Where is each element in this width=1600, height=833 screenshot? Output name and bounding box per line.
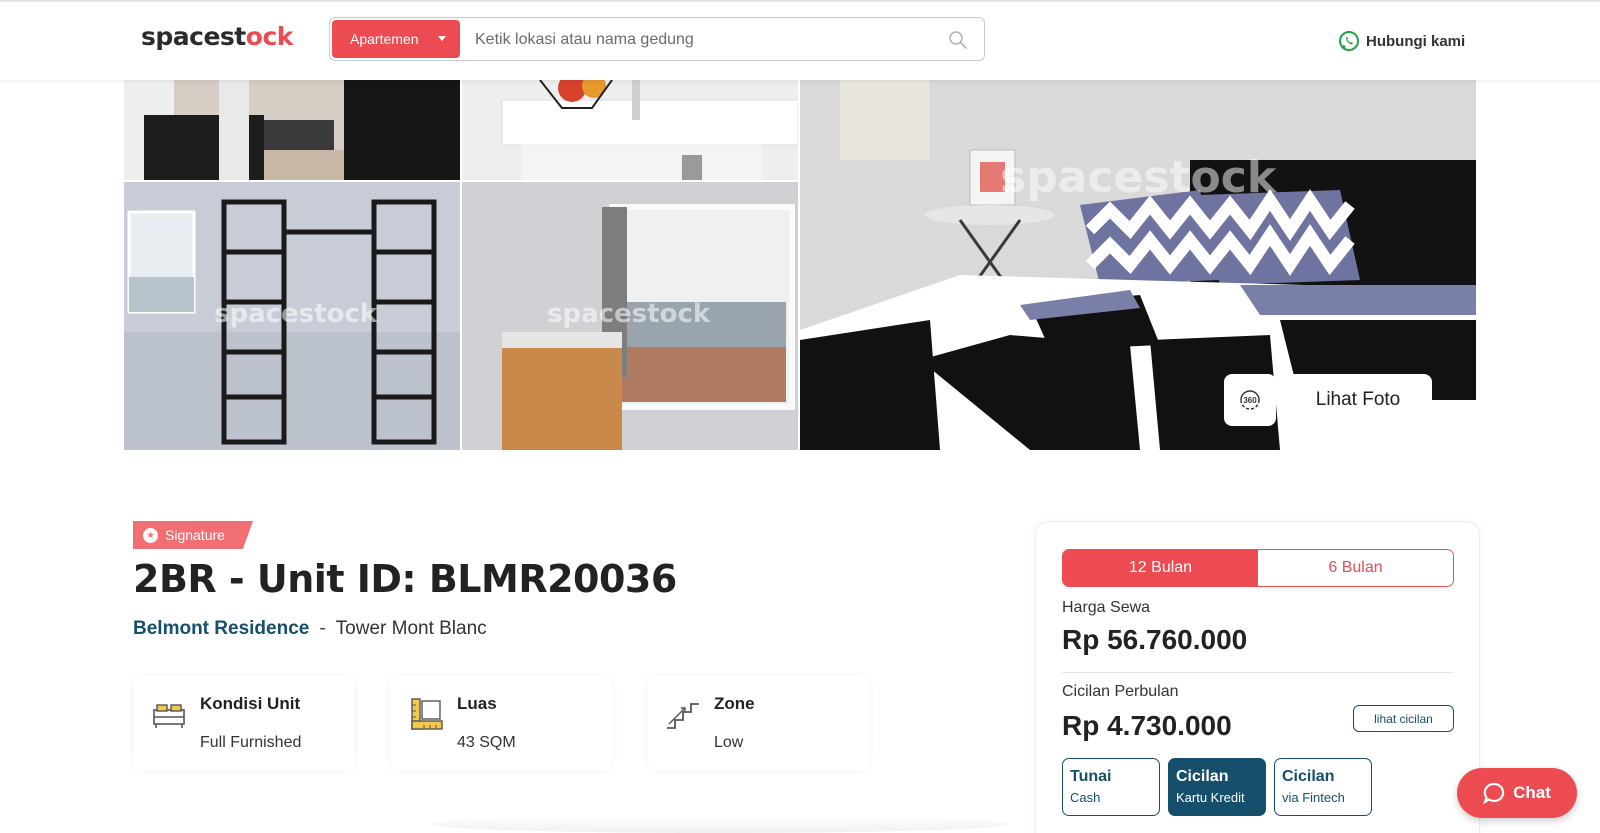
payment-title: Cicilan bbox=[1282, 768, 1335, 785]
bed-icon bbox=[153, 704, 185, 728]
contact-us-button[interactable]: Hubungi kami bbox=[1338, 30, 1465, 52]
gallery-photo-wardrobe-room[interactable]: spacestock bbox=[124, 182, 460, 450]
payment-option-credit-card[interactable]: Cicilan Kartu Kredit bbox=[1168, 758, 1266, 816]
chat-bubble-icon bbox=[1483, 782, 1505, 804]
payment-sub: Cash bbox=[1070, 790, 1101, 805]
price-card: 12 Bulan 6 Bulan Harga Sewa Rp 56.760.00… bbox=[1035, 521, 1480, 833]
view-photos-label: Lihat Foto bbox=[1315, 389, 1401, 410]
installment-label: Cicilan Perbulan bbox=[1062, 683, 1179, 700]
rent-price: Rp 56.760.000 bbox=[1062, 624, 1248, 655]
property-type-dropdown[interactable]: Apartemen bbox=[332, 20, 460, 58]
unit-title: 2BR - Unit ID: BLMR20036 bbox=[133, 557, 677, 601]
caret-down-icon bbox=[438, 36, 446, 41]
spec-title: Kondisi Unit bbox=[200, 694, 301, 713]
top-nav: spacestock Apartemen Hubungi kami bbox=[0, 0, 1600, 80]
spec-card-zone: Zone Low bbox=[647, 676, 869, 770]
payment-option-cash[interactable]: Tunai Cash bbox=[1062, 758, 1160, 816]
spec-title: Luas bbox=[457, 694, 497, 713]
star-icon: ★ bbox=[143, 528, 158, 543]
search-icon[interactable] bbox=[948, 30, 968, 50]
logo-main-text: spacest bbox=[141, 22, 246, 51]
rent-label: Harga Sewa bbox=[1062, 599, 1151, 616]
payment-option-fintech[interactable]: Cicilan via Fintech bbox=[1274, 758, 1372, 816]
chat-label: Chat bbox=[1513, 783, 1551, 802]
payment-title: Cicilan bbox=[1176, 768, 1229, 785]
logo-accent-text: ock bbox=[245, 22, 294, 51]
property-type-label: Apartemen bbox=[350, 31, 419, 47]
spec-card-condition: Kondisi Unit Full Furnished bbox=[133, 676, 355, 770]
watermark: spacestock bbox=[1000, 152, 1278, 203]
spec-value: 43 SQM bbox=[457, 734, 516, 751]
period-12-months[interactable]: 12 Bulan bbox=[1063, 550, 1258, 586]
gallery-photo-window-room[interactable]: spacestock bbox=[462, 182, 798, 450]
tower-name: Tower Mont Blanc bbox=[335, 618, 487, 639]
unit-location: Belmont Residence - Tower Mont Blanc bbox=[133, 618, 487, 640]
badge-label: Signature bbox=[165, 527, 225, 543]
installment-price: Rp 4.730.000 bbox=[1062, 710, 1232, 741]
period-6-months[interactable]: 6 Bulan bbox=[1258, 550, 1453, 586]
signature-badge: ★ Signature bbox=[133, 521, 253, 549]
gallery-photo-kitchen[interactable] bbox=[462, 80, 798, 180]
chat-button[interactable]: Chat bbox=[1457, 768, 1577, 818]
view-installment-button[interactable]: lihat cicilan bbox=[1353, 705, 1454, 732]
gallery-photo-bathroom[interactable] bbox=[124, 80, 460, 180]
watermark: spacestock bbox=[214, 299, 378, 329]
spacestock-logo[interactable]: spacestock bbox=[141, 22, 293, 51]
whatsapp-icon bbox=[1339, 31, 1359, 51]
payment-sub: Kartu Kredit bbox=[1176, 790, 1245, 805]
stairs-icon bbox=[667, 703, 699, 729]
view-360-button[interactable]: 360 bbox=[1224, 374, 1276, 426]
spec-value: Low bbox=[714, 734, 744, 751]
payment-title: Tunai bbox=[1070, 768, 1112, 785]
scroll-shadow bbox=[430, 815, 1010, 833]
search-bar: Apartemen bbox=[329, 17, 985, 61]
building-link[interactable]: Belmont Residence bbox=[133, 618, 309, 640]
view-photos-button[interactable]: Lihat Foto bbox=[1284, 374, 1432, 426]
rent-period-toggle: 12 Bulan 6 Bulan bbox=[1062, 549, 1454, 587]
spec-value: Full Furnished bbox=[200, 734, 302, 751]
svg-text:360: 360 bbox=[1243, 396, 1257, 405]
location-separator: - bbox=[319, 618, 326, 639]
spec-card-area: Luas 43 SQM bbox=[390, 676, 612, 770]
rotate-360-icon: 360 bbox=[1240, 390, 1260, 410]
payment-sub: via Fintech bbox=[1282, 790, 1345, 805]
contact-label: Hubungi kami bbox=[1366, 32, 1466, 50]
search-input[interactable] bbox=[475, 26, 935, 54]
divider bbox=[1062, 672, 1454, 673]
spec-title: Zone bbox=[714, 694, 755, 713]
ruler-icon bbox=[411, 698, 443, 730]
watermark: spacestock bbox=[547, 299, 711, 329]
